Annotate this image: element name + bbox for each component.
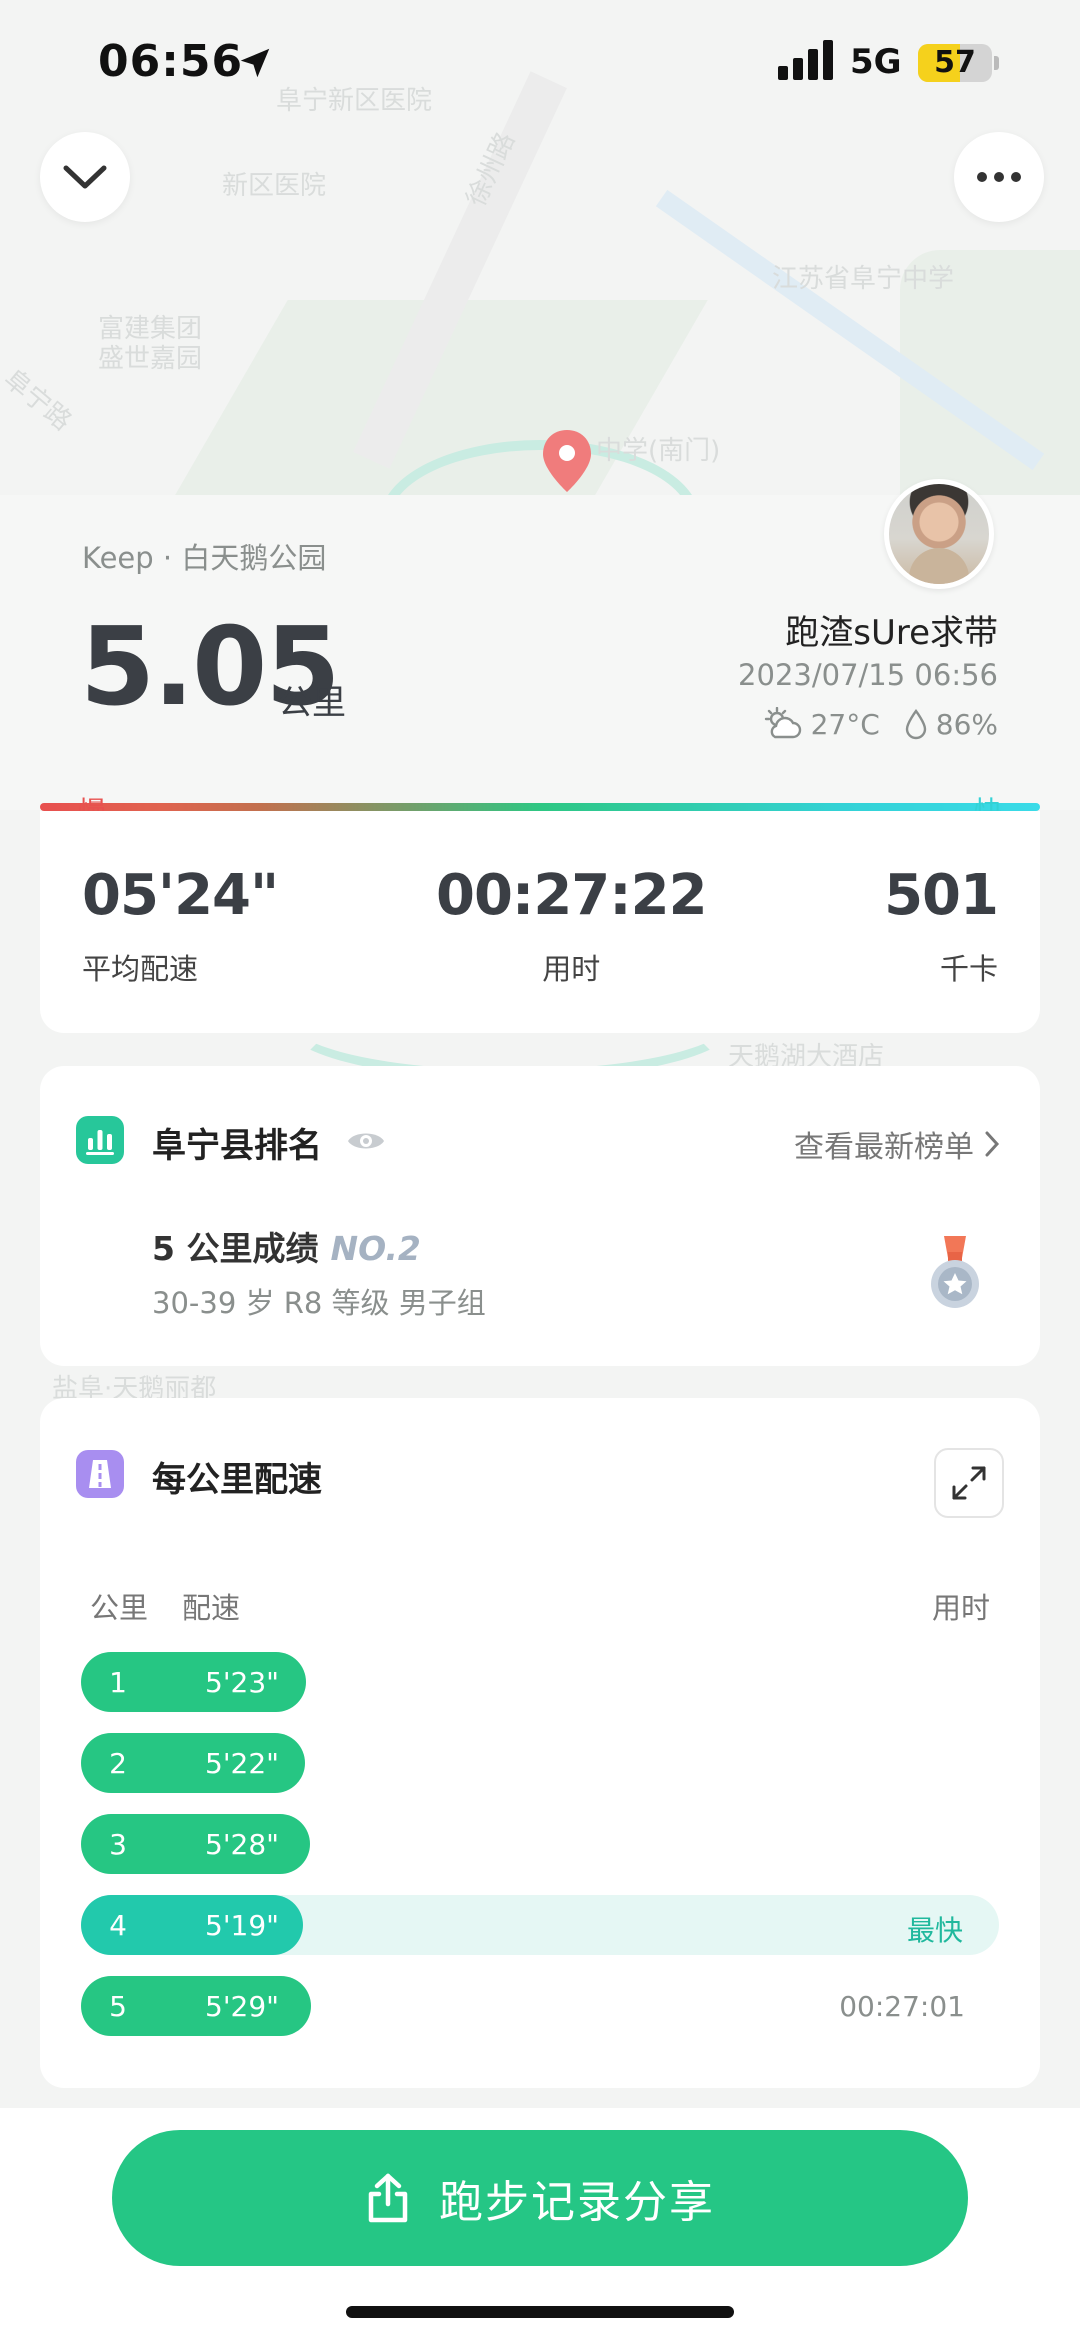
expand-icon [952, 1466, 986, 1500]
avatar[interactable] [884, 479, 994, 589]
avatar-photo [889, 484, 989, 584]
fastest-tag: 最快 [906, 1914, 963, 1947]
pace-card: 每公里配速 公里 配速 用时 1 5'23" 2 5'22" 3 5'28" 4… [40, 1398, 1040, 2088]
pace-row: 3 5'28" [81, 1814, 999, 1874]
ranking-position: NO.2 [330, 1229, 421, 1268]
battery-tip [994, 56, 999, 70]
chevron-down-icon [63, 165, 107, 189]
run-summary: Keep · 白天鹅公园 5.05 公里 跑渣sUre求带 2023/07/15… [0, 479, 1080, 810]
pace-value: 5'19" [205, 1909, 280, 1942]
signal-icon [778, 40, 834, 80]
username[interactable]: 跑渣sUre求带 [785, 605, 998, 654]
pace-value: 5'29" [205, 1990, 280, 2023]
chevron-right-icon [985, 1131, 1000, 1157]
bottom-bar: 跑步记录分享 [0, 2108, 1080, 2337]
ranking-title: 阜宁县排名 [152, 1126, 322, 1166]
ranking-chart-icon [76, 1116, 124, 1164]
silver-medal-icon [931, 1236, 979, 1308]
ranking-card[interactable]: 阜宁县排名 查看最新榜单 5 公里成绩 NO.2 30-39 岁 R8 等级 男子… [40, 1066, 1040, 1366]
stat-label: 千卡 [939, 952, 998, 986]
eye-icon[interactable] [346, 1126, 386, 1156]
pace-km: 5 [109, 1990, 127, 2023]
more-dots-icon [977, 172, 1021, 182]
pace-road-icon [76, 1450, 124, 1498]
pace-col-km: 公里 [90, 1591, 149, 1625]
pace-km: 3 [109, 1828, 127, 1861]
pace-row: 2 5'22" [81, 1733, 999, 1793]
pace-row: 5 5'29" 00:27:01 [81, 1976, 999, 2036]
pace-col-time: 用时 [931, 1591, 990, 1625]
status-bar: 06:56 5G 57 [0, 0, 1080, 130]
humidity-drop-icon [905, 708, 926, 740]
stat-label: 平均配速 [82, 952, 199, 986]
map-label: 江苏省阜宁中学 [772, 264, 955, 294]
stat-duration: 00:27:22 用时 [436, 863, 708, 988]
temperature: 27°C [810, 707, 880, 741]
expand-button[interactable] [934, 1448, 1004, 1518]
home-indicator [346, 2306, 734, 2318]
battery-icon: 57 [918, 44, 992, 82]
weather-info: 27°C 86% [763, 707, 998, 741]
network-type: 5G [850, 42, 902, 82]
status-time: 06:56 [98, 36, 244, 87]
humidity: 86% [935, 707, 998, 741]
view-leaderboard-link[interactable]: 查看最新榜单 [794, 1122, 1000, 1166]
speed-scale-bar [40, 803, 1040, 811]
view-leaderboard-label: 查看最新榜单 [794, 1130, 974, 1165]
collapse-button[interactable] [40, 132, 130, 222]
pace-cumulative-time: 00:27:01 [839, 1990, 965, 2023]
map-label: 新区医院 [222, 171, 327, 201]
pace-row: 1 5'23" [81, 1652, 999, 1712]
location-arrow-icon [240, 48, 270, 78]
stat-value: 00:27:22 [436, 863, 708, 928]
distance-unit: 公里 [278, 683, 346, 723]
stat-avg-pace: 05'24" 平均配速 [82, 863, 279, 988]
pace-km: 2 [109, 1747, 127, 1780]
run-datetime: 2023/07/15 06:56 [738, 658, 998, 692]
pace-km: 1 [109, 1666, 127, 1699]
pace-value: 5'23" [205, 1666, 280, 1699]
share-run-label: 跑步记录分享 [439, 2177, 715, 2228]
share-run-button[interactable]: 跑步记录分享 [112, 2130, 968, 2266]
partly-cloudy-icon [764, 707, 801, 739]
pace-value: 5'28" [205, 1828, 280, 1861]
pace-title: 每公里配速 [152, 1460, 322, 1500]
stat-label: 用时 [542, 952, 601, 986]
map-label: 中学(南门) [596, 436, 721, 466]
stat-calories: 501 千卡 [884, 863, 999, 988]
ranking-result: 5 公里成绩 NO.2 [152, 1222, 421, 1270]
share-icon [368, 2173, 408, 2223]
battery-level: 57 [934, 45, 976, 80]
map-label: 盛世嘉园 [98, 344, 203, 374]
map-label: 阜宁路 [0, 363, 77, 437]
ranking-result-label: 5 公里成绩 [152, 1229, 319, 1268]
more-button[interactable] [954, 132, 1044, 222]
pace-km: 4 [109, 1909, 127, 1942]
pace-value: 5'22" [205, 1747, 280, 1780]
stat-value: 05'24" [82, 863, 279, 928]
run-source: Keep · 白天鹅公园 [82, 541, 327, 575]
map-pin-icon [543, 430, 591, 492]
pace-row-fastest: 4 5'19" 最快 [81, 1895, 999, 1955]
stat-value: 501 [884, 863, 999, 928]
pace-col-pace: 配速 [182, 1591, 241, 1625]
ranking-group: 30-39 岁 R8 等级 男子组 [152, 1286, 486, 1320]
stats-card: 05'24" 平均配速 00:27:22 用时 501 千卡 [40, 811, 1040, 1033]
